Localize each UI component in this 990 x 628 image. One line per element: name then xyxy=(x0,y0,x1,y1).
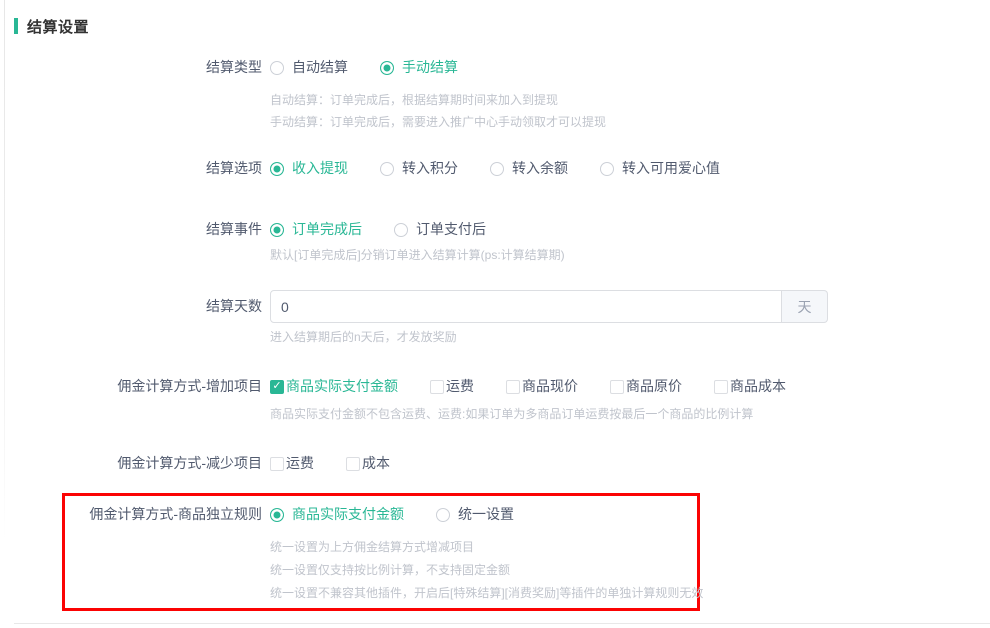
radio-selected-icon xyxy=(270,162,284,176)
commission-add-label: 佣金计算方式-增加项目 xyxy=(0,377,262,396)
radio-selected-icon xyxy=(270,508,284,522)
settle-option-label: 结算选项 xyxy=(0,159,262,178)
help-line: 统一设置为上方佣金结算方式增减项目 xyxy=(270,536,697,559)
radio-icon xyxy=(600,162,614,176)
help-line: 统一设置不兼容其他插件，开启后[特殊结算][消费奖励]等插件的单独计算规则无效 xyxy=(270,582,697,605)
title-accent-bar xyxy=(14,18,18,34)
checkbox-minus-freight-label: 运费 xyxy=(286,454,314,473)
settlement-days-input[interactable] xyxy=(270,290,782,323)
checkbox-icon xyxy=(270,457,284,471)
radio-manual-settlement-label: 手动结算 xyxy=(402,58,458,77)
radio-order-completed[interactable]: 订单完成后 xyxy=(270,220,362,239)
radio-to-balance-label: 转入余额 xyxy=(512,159,568,178)
commission-minus-label: 佣金计算方式-减少项目 xyxy=(0,454,262,473)
checkbox-current-price-label: 商品现价 xyxy=(522,377,578,396)
radio-to-love-value-label: 转入可用爱心值 xyxy=(622,159,720,178)
checkbox-freight-label: 运费 xyxy=(446,377,474,396)
checkbox-minus-cost-label: 成本 xyxy=(362,454,390,473)
radio-to-points[interactable]: 转入积分 xyxy=(380,159,458,178)
radio-income-withdraw[interactable]: 收入提现 xyxy=(270,159,348,178)
commission-independent-help: 统一设置为上方佣金结算方式增减项目 统一设置仅支持按比例计算，不支持固定金额 统… xyxy=(270,536,697,605)
settle-days-help: 进入结算期后的n天后，才发放奖励 xyxy=(270,327,990,347)
days-unit-label: 天 xyxy=(782,290,828,323)
radio-auto-settlement[interactable]: 自动结算 xyxy=(270,58,348,77)
settle-option-row: 结算选项 收入提现 转入积分 转入余额 转入可用爱心值 xyxy=(0,159,990,178)
radio-to-points-label: 转入积分 xyxy=(402,159,458,178)
radio-product-actual-payment-label: 商品实际支付金额 xyxy=(292,505,404,524)
checkbox-icon xyxy=(610,380,624,394)
checkbox-freight[interactable]: 运费 xyxy=(430,377,474,396)
settle-type-label: 结算类型 xyxy=(0,58,262,77)
panel-bottom-divider xyxy=(14,623,990,624)
radio-order-completed-label: 订单完成后 xyxy=(292,220,362,239)
settle-type-row: 结算类型 自动结算 手动结算 xyxy=(0,58,990,77)
radio-selected-icon xyxy=(380,61,394,75)
settle-days-row: 结算天数 天 xyxy=(0,290,990,323)
help-line: 商品实际支付金额不包含运费、运费:如果订单为多商品订单运费按最后一个商品的比例计… xyxy=(270,404,990,424)
commission-independent-label: 佣金计算方式-商品独立规则 xyxy=(65,505,262,524)
help-line: 统一设置仅支持按比例计算，不支持固定金额 xyxy=(270,559,697,582)
page-title: 结算设置 xyxy=(27,16,89,37)
radio-selected-icon xyxy=(270,223,284,237)
checkbox-product-cost[interactable]: 商品成本 xyxy=(714,377,786,396)
checkbox-original-price[interactable]: 商品原价 xyxy=(610,377,682,396)
section-header: 结算设置 xyxy=(0,0,990,36)
highlight-red-box: 佣金计算方式-商品独立规则 商品实际支付金额 统一设置 统一设置为上方佣金结算方… xyxy=(62,493,700,611)
help-line: 进入结算期后的n天后，才发放奖励 xyxy=(270,327,990,347)
checkbox-icon xyxy=(346,457,360,471)
commission-minus-row: 佣金计算方式-减少项目 运费 成本 xyxy=(0,454,990,473)
settle-type-help: 自动结算：订单完成后，根据结算期时间来加入到提现 手动结算：订单完成后，需要进入… xyxy=(270,89,990,133)
settle-event-help: 默认[订单完成后]分销订单进入结算计算(ps:计算结算期) xyxy=(270,245,990,265)
checkbox-minus-cost[interactable]: 成本 xyxy=(346,454,390,473)
radio-order-paid[interactable]: 订单支付后 xyxy=(394,220,486,239)
checkbox-icon xyxy=(430,380,444,394)
radio-manual-settlement[interactable]: 手动结算 xyxy=(380,58,458,77)
radio-icon xyxy=(436,508,450,522)
checkbox-product-actual-payment[interactable]: 商品实际支付金额 xyxy=(270,377,398,396)
radio-icon xyxy=(380,162,394,176)
radio-auto-settlement-label: 自动结算 xyxy=(292,58,348,77)
checkbox-icon xyxy=(714,380,728,394)
commission-independent-row: 佣金计算方式-商品独立规则 商品实际支付金额 统一设置 xyxy=(65,505,697,524)
checkbox-product-cost-label: 商品成本 xyxy=(730,377,786,396)
radio-icon xyxy=(270,61,284,75)
settle-days-label: 结算天数 xyxy=(0,297,262,316)
checkbox-original-price-label: 商品原价 xyxy=(626,377,682,396)
commission-add-row: 佣金计算方式-增加项目 商品实际支付金额 运费 商品现价 商品原价 商品成本 xyxy=(0,377,990,396)
settlement-settings-panel: 结算设置 结算类型 自动结算 手动结算 自动结算：订单完成后，根据结算期时间来加… xyxy=(0,0,990,628)
checkbox-icon xyxy=(506,380,520,394)
radio-order-paid-label: 订单支付后 xyxy=(416,220,486,239)
checkbox-checked-icon xyxy=(270,380,284,394)
radio-product-actual-payment[interactable]: 商品实际支付金额 xyxy=(270,505,404,524)
help-line: 默认[订单完成后]分销订单进入结算计算(ps:计算结算期) xyxy=(270,245,990,265)
settle-event-label: 结算事件 xyxy=(0,220,262,239)
settle-days-input-group: 天 xyxy=(270,290,828,323)
radio-unified-setting[interactable]: 统一设置 xyxy=(436,505,514,524)
radio-icon xyxy=(490,162,504,176)
radio-income-withdraw-label: 收入提现 xyxy=(292,159,348,178)
radio-to-balance[interactable]: 转入余额 xyxy=(490,159,568,178)
help-line: 手动结算：订单完成后，需要进入推广中心手动领取才可以提现 xyxy=(270,111,990,133)
commission-add-help: 商品实际支付金额不包含运费、运费:如果订单为多商品订单运费按最后一个商品的比例计… xyxy=(270,404,990,424)
panel-left-border xyxy=(4,0,5,540)
settle-event-row: 结算事件 订单完成后 订单支付后 xyxy=(0,220,990,239)
radio-icon xyxy=(394,223,408,237)
checkbox-product-actual-payment-label: 商品实际支付金额 xyxy=(286,377,398,396)
checkbox-current-price[interactable]: 商品现价 xyxy=(506,377,578,396)
radio-to-love-value[interactable]: 转入可用爱心值 xyxy=(600,159,720,178)
checkbox-minus-freight[interactable]: 运费 xyxy=(270,454,314,473)
help-line: 自动结算：订单完成后，根据结算期时间来加入到提现 xyxy=(270,89,990,111)
radio-unified-setting-label: 统一设置 xyxy=(458,505,514,524)
